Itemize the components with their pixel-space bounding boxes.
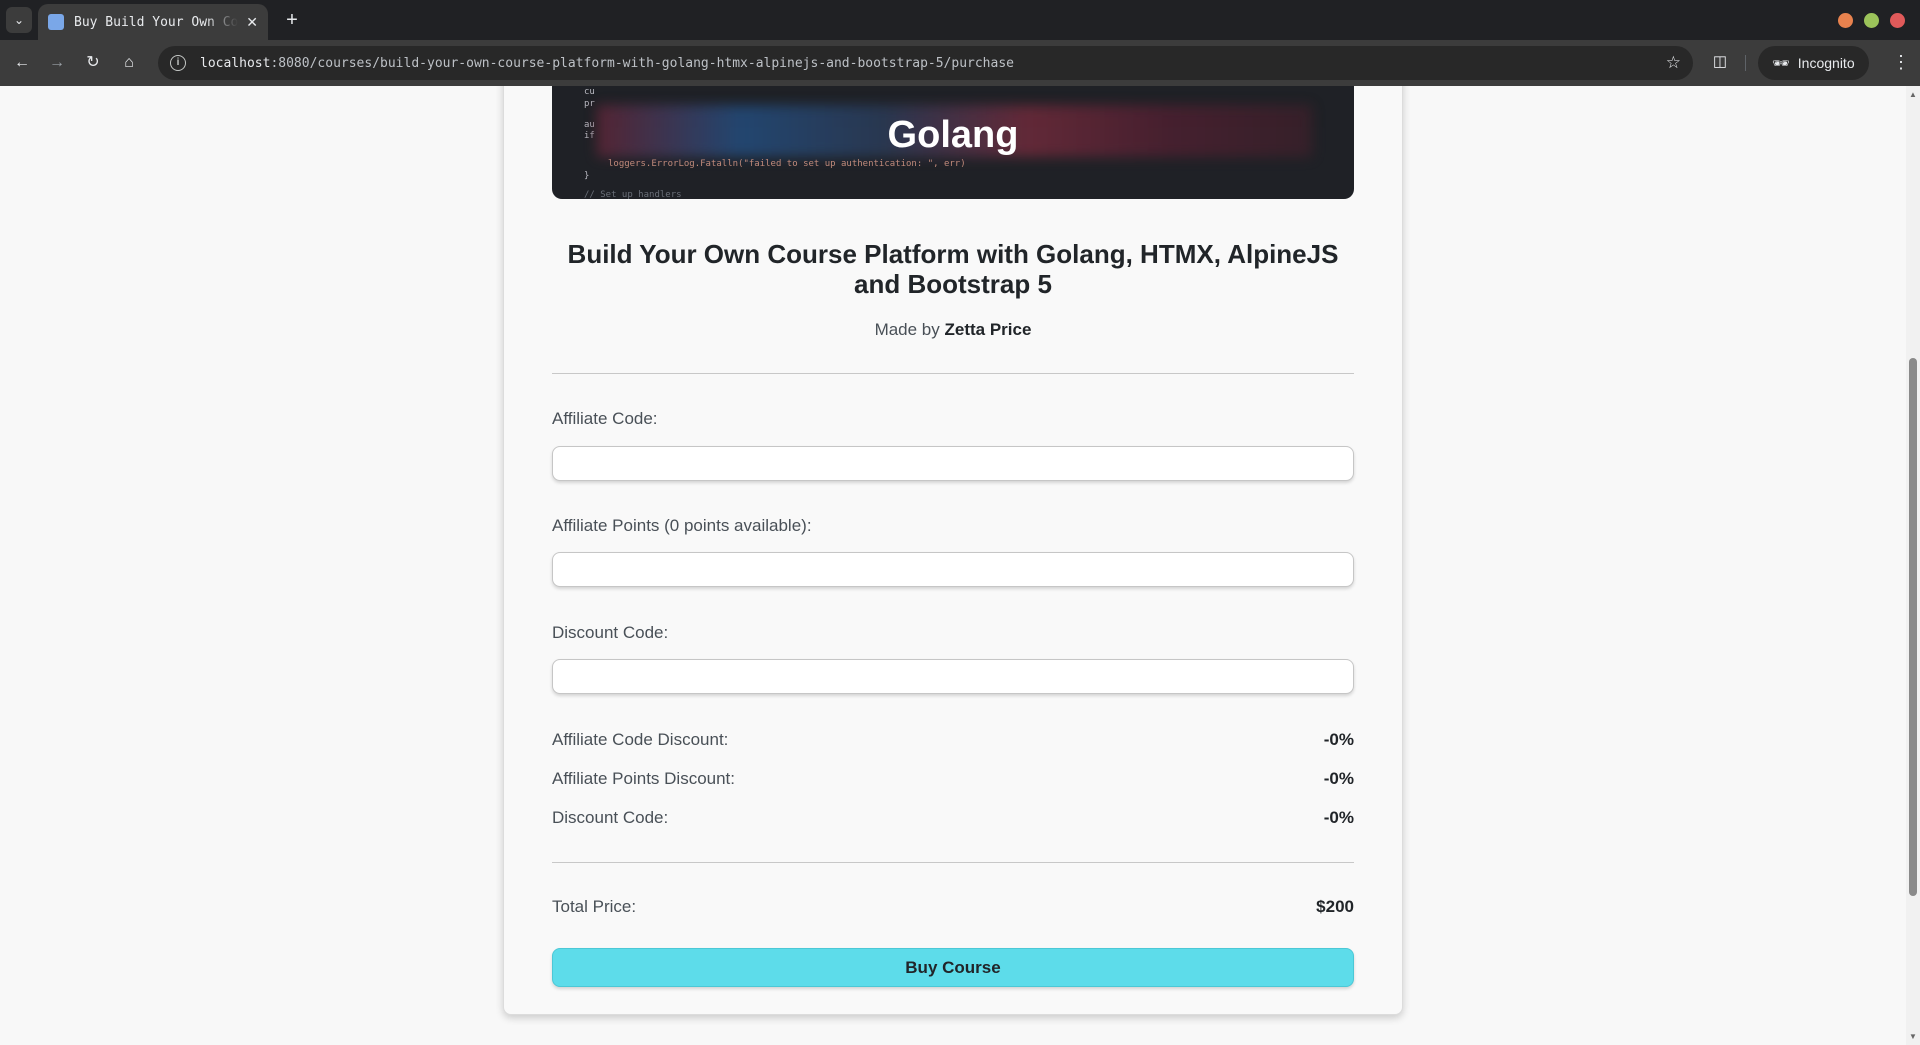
affiliate-code-discount-row: Affiliate Code Discount: -0% xyxy=(552,730,1354,750)
address-bar[interactable]: i localhost:8080/courses/build-your-own-… xyxy=(158,46,1693,80)
url-host: localhost xyxy=(200,55,271,71)
course-title: Build Your Own Course Platform with Gola… xyxy=(552,239,1354,299)
section-divider xyxy=(552,862,1354,863)
scroll-up-arrow-icon[interactable]: ▲ xyxy=(1909,90,1917,99)
scroll-down-arrow-icon[interactable]: ▼ xyxy=(1909,1032,1917,1041)
code-line: loggers.ErrorLog.Fatalln("failed to set … xyxy=(608,159,966,169)
incognito-icon: 🕶 xyxy=(1772,54,1790,71)
summary-label: Affiliate Points Discount: xyxy=(552,769,735,788)
browser-toolbar: ← → ↻ ⌂ i localhost:8080/courses/build-y… xyxy=(0,40,1920,86)
browser-menu-icon[interactable]: ⋮ xyxy=(1892,52,1910,73)
incognito-label: Incognito xyxy=(1797,55,1855,71)
summary-label: Discount Code: xyxy=(552,808,669,827)
extensions-puzzle-icon[interactable]: ◫ xyxy=(1710,52,1730,72)
scrollbar-thumb[interactable] xyxy=(1909,358,1917,896)
browser-tab[interactable]: Buy Build Your Own Course Platform ✕ xyxy=(38,4,268,40)
purchase-card: cu pr au if loggers.ErrorLog.Fatalln("fa… xyxy=(503,86,1403,1015)
discount-code-discount-row: Discount Code: -0% xyxy=(552,808,1354,828)
summary-label: Affiliate Code Discount: xyxy=(552,730,729,749)
author-name: Zetta Price xyxy=(944,320,1032,339)
url-path: :8080/courses/build-your-own-course-plat… xyxy=(270,55,1014,71)
total-price-label: Total Price: xyxy=(552,897,637,916)
affiliate-points-input[interactable] xyxy=(552,552,1354,587)
buy-course-button[interactable]: Buy Course xyxy=(552,948,1354,987)
reload-icon[interactable]: ↻ xyxy=(81,51,105,75)
close-tab-icon[interactable]: ✕ xyxy=(246,14,258,31)
affiliate-points-label: Affiliate Points (0 points available): xyxy=(552,516,812,535)
affiliate-code-input[interactable] xyxy=(552,446,1354,481)
affiliate-points-discount-row: Affiliate Points Discount: -0% xyxy=(552,769,1354,789)
total-price-value: $200 xyxy=(1316,897,1354,916)
total-price-row: Total Price: $200 xyxy=(552,897,1354,917)
summary-value: -0% xyxy=(1323,769,1354,788)
url-text[interactable]: localhost:8080/courses/build-your-own-co… xyxy=(200,56,1014,71)
code-line: cu xyxy=(584,87,595,97)
made-by-prefix: Made by xyxy=(874,320,945,339)
toolbar-divider xyxy=(1745,55,1746,71)
page-scrollbar[interactable]: ▲ ▼ xyxy=(1906,86,1920,1045)
site-info-icon[interactable]: i xyxy=(170,55,186,71)
code-line: pr xyxy=(584,99,595,109)
tab-title: Buy Build Your Own Course Platform xyxy=(74,14,239,30)
bookmark-star-icon[interactable]: ☆ xyxy=(1666,53,1681,73)
code-line: // Set up handlers xyxy=(584,190,682,199)
course-author: Made by Zetta Price xyxy=(552,320,1354,340)
discount-code-input[interactable] xyxy=(552,659,1354,694)
minimize-window-button[interactable] xyxy=(1838,13,1853,28)
back-arrow-icon[interactable]: ← xyxy=(10,51,34,75)
course-title-line-2: and Bootstrap 5 xyxy=(854,269,1052,299)
discount-code-label: Discount Code: xyxy=(552,623,669,642)
summary-value: -0% xyxy=(1323,808,1354,827)
home-icon[interactable]: ⌂ xyxy=(117,51,141,75)
new-tab-icon[interactable]: + xyxy=(280,8,304,32)
maximize-window-button[interactable] xyxy=(1864,13,1879,28)
close-window-button[interactable] xyxy=(1890,13,1905,28)
summary-value: -0% xyxy=(1323,730,1354,749)
incognito-indicator[interactable]: 🕶 Incognito xyxy=(1758,46,1869,80)
favicon-icon xyxy=(48,14,64,30)
course-title-line-1: Build Your Own Course Platform with Gola… xyxy=(567,239,1339,269)
page-viewport: cu pr au if loggers.ErrorLog.Fatalln("fa… xyxy=(0,86,1906,1045)
tab-search-chevron-icon[interactable]: ⌄ xyxy=(6,7,32,33)
course-cover-image: cu pr au if loggers.ErrorLog.Fatalln("fa… xyxy=(552,86,1354,199)
code-line: } xyxy=(584,171,590,181)
browser-tab-bar: ⌄ Buy Build Your Own Course Platform ✕ + xyxy=(0,0,1920,40)
affiliate-code-label: Affiliate Code: xyxy=(552,409,658,428)
cover-image-title: Golang xyxy=(887,114,1019,156)
section-divider xyxy=(552,373,1354,374)
forward-arrow-icon[interactable]: → xyxy=(45,51,69,75)
